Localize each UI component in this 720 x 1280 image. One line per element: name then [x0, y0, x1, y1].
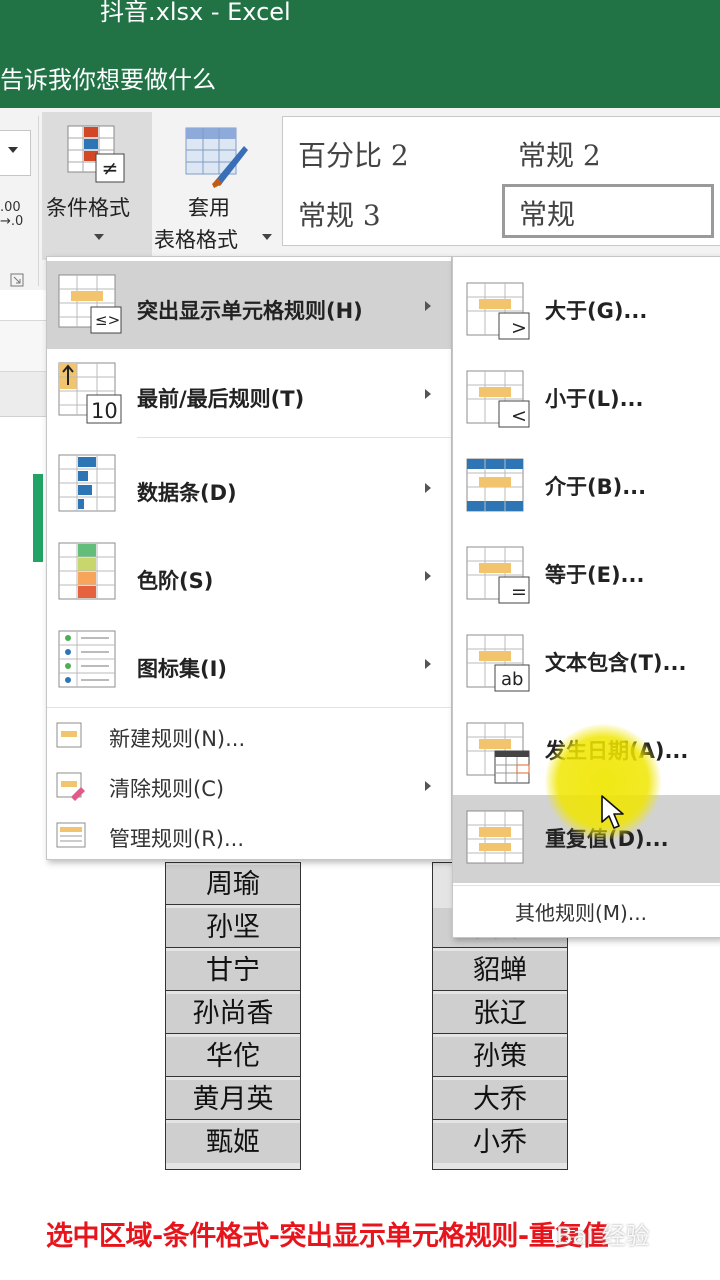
submenu-item-equal-to[interactable]: = 等于(E)...	[453, 531, 720, 619]
submenu-item-between[interactable]: 介于(B)...	[453, 443, 720, 531]
data-bars-icon	[58, 454, 116, 512]
submenu-item-more-rules[interactable]: 其他规则(M)...	[453, 887, 720, 933]
title-bar: 抖音.xlsx - Excel 告诉我你想要做什么	[0, 0, 720, 108]
submenu-item-label: 其他规则(M)...	[515, 901, 647, 925]
menu-divider	[137, 437, 451, 438]
submenu-item-greater-than[interactable]: > 大于(G)...	[453, 267, 720, 355]
menu-divider	[453, 885, 720, 886]
duplicate-values-icon	[466, 810, 524, 864]
menu-item-label: 色阶(S)	[137, 569, 214, 593]
submenu-badge: =	[511, 581, 527, 603]
svg-text:≠: ≠	[102, 156, 119, 180]
format-as-table-icon	[185, 127, 248, 188]
chevron-down-icon	[94, 234, 104, 240]
submenu-item-label: 大于(G)...	[545, 299, 648, 323]
format-as-table-label-1: 套用	[188, 196, 230, 220]
highlight-badge: ≤>	[95, 311, 121, 329]
dialog-launcher-icon[interactable]	[10, 272, 24, 287]
menu-item-label: 数据条(D)	[137, 481, 237, 505]
clear-rules-icon	[56, 772, 85, 801]
menu-item-label: 图标集(I)	[137, 657, 228, 681]
chevron-right-icon	[425, 389, 431, 399]
table-row[interactable]: 华佗	[166, 1037, 300, 1077]
submenu-item-label: 文本包含(T)...	[545, 651, 687, 675]
menu-item-new-rule[interactable]: 新建规则(N)...	[47, 713, 451, 761]
window-title: 抖音.xlsx - Excel	[100, 0, 291, 26]
menu-item-highlight-rules[interactable]: ≤> 突出显示单元格规则(H)	[47, 261, 451, 349]
conditional-format-menu: ≤> 突出显示单元格规则(H) 10 最前/最后规则(T) 数据条(D) 色阶(…	[46, 256, 452, 860]
chevron-down-icon	[262, 234, 272, 240]
submenu-badge: ab	[501, 669, 524, 690]
submenu-badge: >	[511, 317, 527, 339]
style-normal-selected[interactable]: 常规	[502, 184, 714, 238]
chevron-down-icon	[8, 147, 18, 153]
chevron-right-icon	[425, 483, 431, 493]
chevron-right-icon	[425, 781, 431, 791]
conditional-format-icon: ≠	[67, 125, 125, 183]
table-row[interactable]: 孙尚香	[166, 994, 300, 1034]
selection-indicator	[33, 474, 43, 562]
chevron-right-icon	[425, 571, 431, 581]
color-scales-icon	[58, 542, 116, 600]
table-row[interactable]: 孙坚	[166, 908, 300, 948]
menu-item-icon-sets[interactable]: 图标集(I)	[47, 619, 451, 707]
formula-bar-strip	[0, 320, 46, 372]
submenu-badge: <	[511, 405, 527, 427]
ribbon-divider	[38, 116, 39, 286]
mouse-cursor-icon	[601, 795, 624, 829]
style-normal-2[interactable]: 常规 2	[518, 134, 601, 174]
chevron-right-icon	[425, 659, 431, 669]
table-row[interactable]: 孙策	[433, 1037, 567, 1077]
menu-divider	[47, 707, 451, 708]
style-normal-label: 常规	[519, 198, 576, 231]
table-row[interactable]: 大乔	[433, 1080, 567, 1120]
table-row[interactable]: 貂蝉	[433, 951, 567, 991]
between-icon	[466, 458, 524, 512]
menu-item-manage-rules[interactable]: 管理规则(R)...	[47, 813, 451, 861]
tell-me-search[interactable]: 告诉我你想要做什么	[0, 60, 216, 95]
number-format-dropdown[interactable]	[0, 130, 31, 176]
chevron-right-icon	[425, 301, 431, 311]
menu-item-label: 管理规则(R)...	[109, 827, 245, 851]
decrease-decimal-label[interactable]: →.0	[0, 214, 23, 229]
table-row[interactable]: 甄姬	[166, 1123, 300, 1163]
submenu-item-less-than[interactable]: < 小于(L)...	[453, 355, 720, 443]
tutorial-caption: 选中区域-条件格式-突出显示单元格规则-重复值	[46, 1221, 609, 1252]
conditional-format-label: 条件格式	[46, 196, 130, 220]
format-as-table-button[interactable]: 套用 表格格式	[152, 112, 276, 262]
menu-item-data-bars[interactable]: 数据条(D)	[47, 443, 451, 531]
new-rule-icon	[56, 722, 82, 748]
menu-item-label: 最前/最后规则(T)	[137, 387, 305, 411]
submenu-item-label: 小于(L)...	[545, 387, 644, 411]
manage-rules-icon	[56, 822, 86, 848]
conditional-format-button[interactable]: ≠ 条件格式	[42, 112, 152, 260]
menu-item-top-bottom[interactable]: 10 最前/最后规则(T)	[47, 349, 451, 437]
menu-item-color-scales[interactable]: 色阶(S)	[47, 531, 451, 619]
top-bottom-badge: 10	[91, 399, 118, 423]
style-normal-3[interactable]: 常规 3	[298, 194, 381, 234]
style-percent-2[interactable]: 百分比 2	[298, 134, 409, 174]
increase-decimal-label[interactable]: .00	[0, 200, 21, 215]
watermark: Bai 经验	[556, 1222, 650, 1250]
table-row[interactable]: 黄月英	[166, 1080, 300, 1120]
submenu-item-label: 介于(B)...	[545, 475, 647, 499]
table-row[interactable]: 周瑜	[166, 865, 300, 905]
submenu-item-text-contains[interactable]: ab 文本包含(T)...	[453, 619, 720, 707]
name-column-left: 周瑜 孙坚 甘宁 孙尚香 华佗 黄月英 甄姬	[165, 862, 301, 1170]
icon-sets-icon	[58, 630, 116, 688]
table-row[interactable]: 小乔	[433, 1123, 567, 1163]
menu-item-clear-rules[interactable]: 清除规则(C)	[47, 763, 451, 811]
table-row[interactable]: 张辽	[433, 994, 567, 1034]
menu-item-label: 突出显示单元格规则(H)	[137, 299, 363, 323]
table-row[interactable]: 甘宁	[166, 951, 300, 991]
calendar-icon	[466, 722, 530, 784]
menu-item-label: 新建规则(N)...	[109, 727, 246, 751]
column-header-strip	[0, 372, 46, 417]
menu-item-label: 清除规则(C)	[109, 777, 225, 801]
format-as-table-label-2: 表格格式	[154, 228, 238, 252]
submenu-item-label: 等于(E)...	[545, 563, 645, 587]
